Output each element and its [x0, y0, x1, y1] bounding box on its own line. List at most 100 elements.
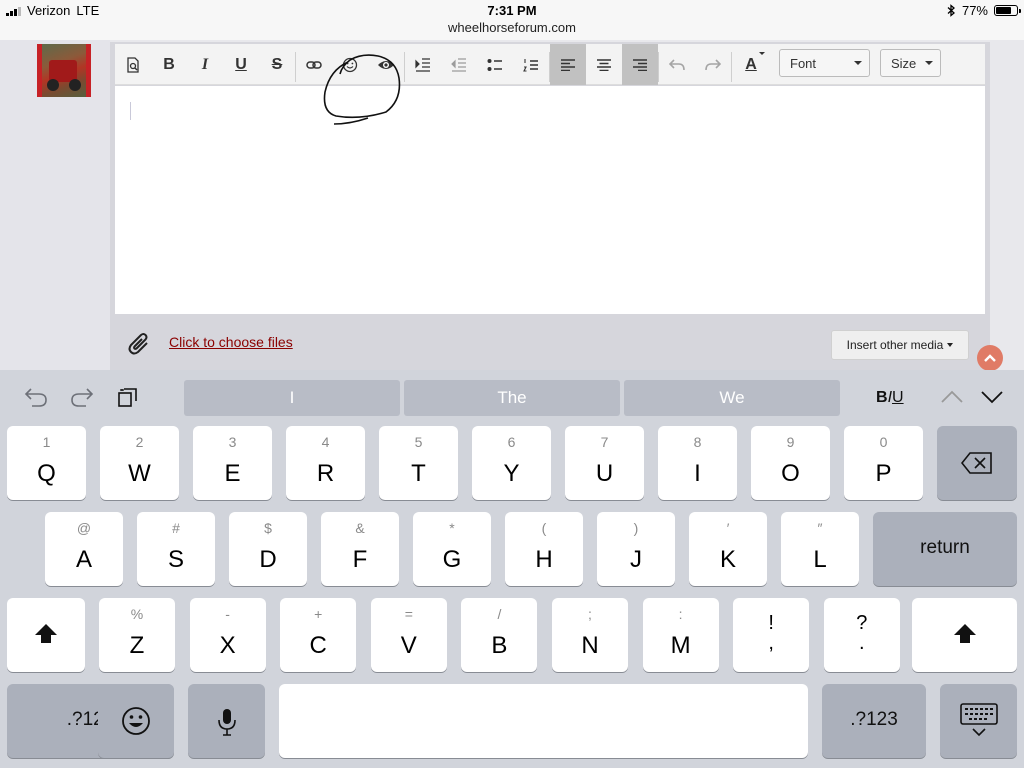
outdent-button[interactable]	[441, 44, 477, 85]
text-color-button[interactable]: A	[733, 44, 769, 85]
return-key[interactable]: return	[873, 512, 1017, 586]
underline-icon: U	[235, 55, 247, 73]
key-u[interactable]: 7U	[565, 426, 644, 500]
key-comma[interactable]: !,	[733, 598, 810, 672]
key-v[interactable]: = V	[370, 598, 447, 672]
shift-icon	[953, 624, 976, 643]
key-hint: ′	[726, 520, 730, 536]
keyboard-hide-icon	[959, 703, 998, 737]
key-label: G	[442, 546, 462, 573]
bold-icon: B	[876, 389, 888, 406]
post-text-area[interactable]	[115, 86, 985, 314]
shift-key-left[interactable]	[7, 598, 85, 672]
key-l[interactable]: ″ L	[781, 512, 859, 586]
format-biu-button[interactable]: BIU	[876, 389, 904, 407]
key-hint: @	[76, 520, 92, 536]
suggestion-1[interactable]: I	[184, 380, 400, 416]
indent-button[interactable]	[405, 44, 441, 85]
key-m[interactable]: :M	[642, 598, 719, 672]
key-i[interactable]: 8I	[658, 426, 737, 500]
redo-button[interactable]	[695, 44, 731, 85]
suggestion-3[interactable]: We	[624, 380, 840, 416]
numbers-key-right[interactable]: .?123	[822, 684, 926, 758]
key-hint: %	[130, 606, 144, 622]
key-c[interactable]: + C	[280, 598, 357, 672]
key-e[interactable]: 3E	[193, 426, 272, 500]
undo-icon[interactable]	[24, 386, 48, 408]
choose-files-link[interactable]: Click to choose files	[169, 334, 293, 350]
battery-icon	[994, 5, 1021, 16]
key-b[interactable]: / B	[461, 598, 538, 672]
chevron-up-icon[interactable]	[941, 390, 963, 404]
font-select[interactable]: Font	[779, 49, 870, 77]
key-label: M	[670, 632, 691, 659]
align-right-button[interactable]	[622, 44, 658, 85]
key-period[interactable]: ?.	[823, 598, 900, 672]
key-q[interactable]: 1Q	[7, 426, 86, 500]
key-o[interactable]: 9O	[751, 426, 830, 500]
key-t[interactable]: 5T	[379, 426, 458, 500]
align-left-icon	[561, 58, 575, 71]
backspace-key[interactable]	[937, 426, 1017, 500]
italic-icon: I	[201, 55, 209, 73]
bold-icon: B	[163, 55, 175, 73]
key-f[interactable]: & F	[321, 512, 399, 586]
key-y[interactable]: 6Y	[472, 426, 551, 500]
key-a[interactable]: @ A	[45, 512, 123, 586]
key-d[interactable]: $ D	[229, 512, 307, 586]
key-label: B	[491, 632, 508, 659]
key-j[interactable]: ) J	[597, 512, 675, 586]
numbered-list-button[interactable]	[513, 44, 549, 85]
backspace-icon	[961, 452, 992, 474]
italic-button[interactable]: I	[187, 44, 223, 85]
key-s[interactable]: # S	[137, 512, 215, 586]
preview-button[interactable]	[115, 44, 151, 85]
key-g[interactable]: * G	[413, 512, 491, 586]
emoji-key[interactable]	[98, 684, 174, 758]
bold-button[interactable]: B	[151, 44, 187, 85]
key-label: X	[219, 632, 236, 659]
shift-key-right[interactable]	[912, 598, 1017, 672]
key-p[interactable]: 0P	[844, 426, 923, 500]
bluetooth-icon	[947, 4, 955, 17]
strikethrough-button[interactable]: S	[259, 44, 295, 85]
key-hint: ;	[588, 606, 592, 622]
insert-other-media-button[interactable]: Insert other media	[831, 330, 969, 360]
dismiss-keyboard-key[interactable]	[940, 684, 1017, 758]
space-key[interactable]	[279, 684, 808, 758]
dictation-key[interactable]	[188, 684, 265, 758]
key-r[interactable]: 4R	[286, 426, 365, 500]
paste-icon[interactable]	[117, 386, 139, 408]
chevron-down-icon[interactable]	[981, 390, 1003, 404]
page: B I U S A Font Size Click to choose file…	[0, 40, 1024, 371]
key-hint: 9	[786, 434, 795, 450]
key-x[interactable]: -X	[189, 598, 266, 672]
return-label: return	[920, 537, 970, 558]
key-w[interactable]: 2W	[100, 426, 179, 500]
key-n[interactable]: ; N	[552, 598, 628, 672]
key-k[interactable]: ′ K	[689, 512, 767, 586]
key-hint: 3	[228, 434, 237, 450]
shift-icon	[35, 624, 57, 643]
key-label: R	[316, 460, 335, 487]
underline-button[interactable]: U	[223, 44, 259, 85]
size-select[interactable]: Size	[880, 49, 941, 77]
suggestion-2[interactable]: The	[404, 380, 620, 416]
key-hint: 1	[42, 434, 51, 450]
page-url[interactable]: wheelhorseforum.com	[0, 20, 1024, 35]
undo-icon	[669, 58, 685, 70]
post-editor: B I U S A Font Size Click to choose file…	[110, 42, 990, 370]
outdent-icon	[451, 57, 466, 72]
align-left-button[interactable]	[550, 44, 586, 85]
undo-button[interactable]	[659, 44, 695, 85]
avatar[interactable]	[37, 44, 91, 97]
insert-other-media-label: Insert other media	[846, 338, 944, 352]
key-label: Q	[37, 460, 56, 487]
key-h[interactable]: (H	[505, 512, 583, 586]
key-z[interactable]: % Z	[99, 598, 175, 672]
scroll-to-top-button[interactable]	[977, 345, 1003, 371]
bullet-list-button[interactable]	[477, 44, 513, 85]
redo-icon[interactable]	[70, 386, 94, 408]
key-hint: =	[404, 606, 413, 622]
align-center-button[interactable]	[586, 44, 622, 85]
